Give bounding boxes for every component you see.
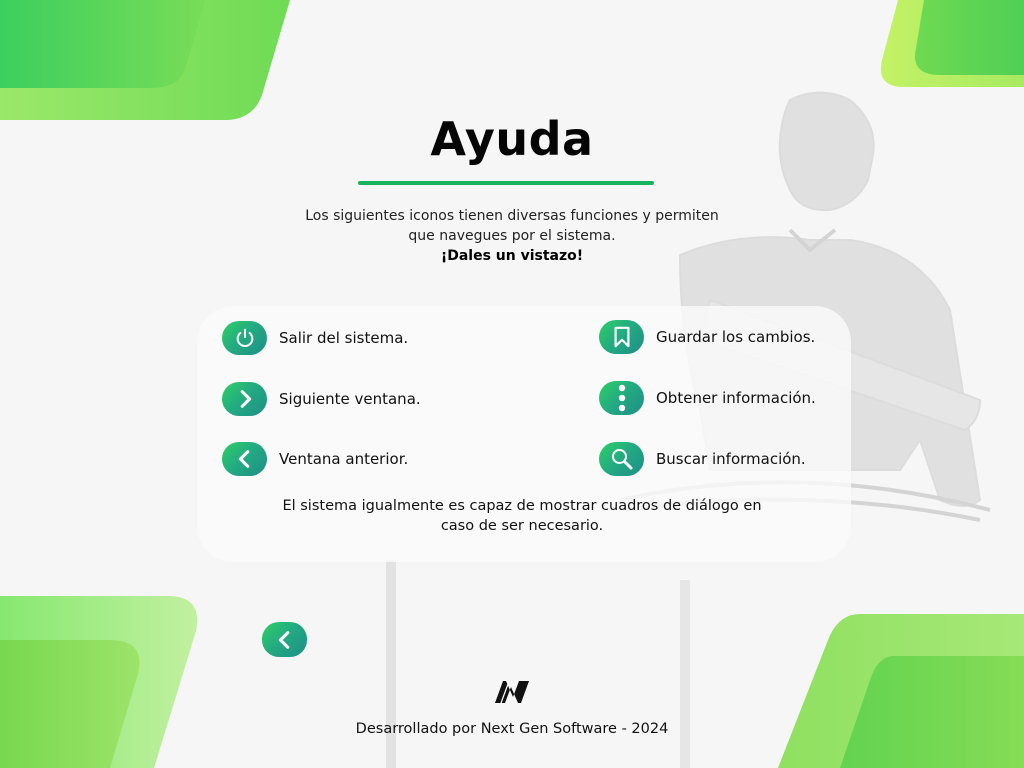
bookmark-icon[interactable]	[599, 320, 644, 354]
help-item-previous-label: Ventana anterior.	[279, 450, 409, 468]
help-item-info-label: Obtener información.	[656, 389, 816, 407]
help-item-search-label: Buscar información.	[656, 450, 806, 468]
chevron-right-icon[interactable]	[222, 382, 267, 416]
intro-line-2: que navegues por el sistema.	[408, 228, 616, 244]
back-button[interactable]	[262, 622, 307, 657]
page-title: Ayuda	[430, 112, 594, 166]
dialog-note-line-1: El sistema igualmente es capaz de mostra…	[282, 498, 762, 514]
help-item-save-label: Guardar los cambios.	[656, 328, 816, 346]
next-gen-logo-icon	[495, 681, 529, 704]
vertical-dots-icon[interactable]	[599, 381, 644, 415]
help-item-info: Obtener información.	[599, 381, 816, 415]
intro-highlight: ¡Dales un vistazo!	[440, 248, 584, 264]
help-item-save: Guardar los cambios.	[599, 320, 815, 354]
decor-bottom-left-shape	[0, 596, 198, 768]
help-item-search: Buscar información.	[599, 442, 806, 476]
dialog-note: El sistema igualmente es capaz de mostra…	[262, 496, 782, 536]
chevron-left-icon[interactable]	[222, 442, 267, 476]
search-icon[interactable]	[599, 442, 644, 476]
decor-top-left-shape	[0, 0, 290, 120]
intro-text: Los siguientes iconos tienen diversas fu…	[262, 206, 762, 266]
dialog-note-line-2: caso de ser necesario.	[440, 518, 604, 534]
chevron-left-icon	[278, 630, 289, 649]
power-icon[interactable]	[222, 321, 267, 355]
help-item-next-label: Siguiente ventana.	[279, 390, 421, 408]
footer-credits: Desarrollado por Next Gen Software - 202…	[355, 721, 669, 737]
help-item-next: Siguiente ventana.	[222, 382, 421, 416]
help-item-exit-label: Salir del sistema.	[279, 329, 409, 347]
help-item-exit: Salir del sistema.	[222, 321, 408, 355]
title-underline	[358, 181, 654, 185]
help-item-previous: Ventana anterior.	[222, 442, 408, 476]
intro-line-1: Los siguientes iconos tienen diversas fu…	[305, 208, 719, 224]
decor-top-right-shape	[880, 0, 1024, 87]
